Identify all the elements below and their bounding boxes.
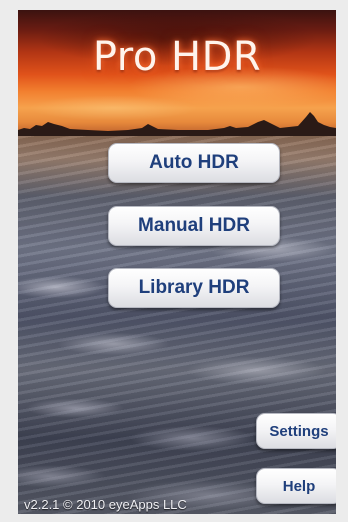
library-hdr-button[interactable]: Library HDR: [108, 268, 280, 308]
app-screen: Pro HDR Auto HDR Manual HDR Library HDR …: [18, 10, 336, 514]
help-button[interactable]: Help: [256, 468, 336, 504]
manual-hdr-button[interactable]: Manual HDR: [108, 206, 280, 246]
device-frame: Pro HDR Auto HDR Manual HDR Library HDR …: [0, 0, 348, 522]
app-title: Pro HDR: [92, 34, 262, 80]
version-copyright-text: v2.2.1 © 2010 eyeApps LLC: [24, 497, 187, 512]
cloud-sea-background: [18, 136, 336, 514]
settings-button[interactable]: Settings: [256, 413, 336, 449]
auto-hdr-button[interactable]: Auto HDR: [108, 143, 280, 183]
